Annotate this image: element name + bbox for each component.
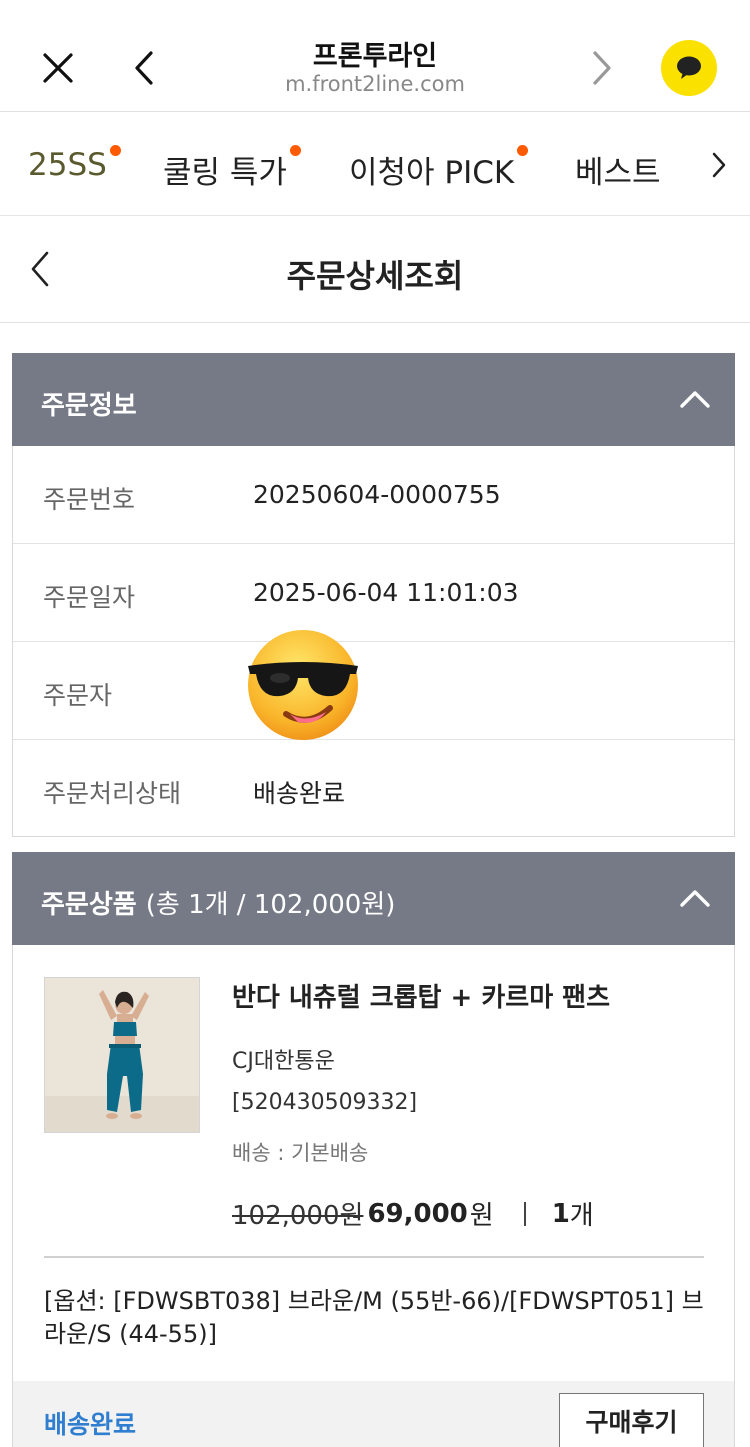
section-title: 주문정보 [41,391,137,421]
row-label: 주문처리상태 [43,779,182,808]
tab-label: 베스트 [575,155,661,191]
close-button[interactable] [36,46,80,90]
tab-label: 쿨링 특가 [163,155,287,191]
divider [523,1201,526,1226]
order-items-header[interactable]: 주문상품 (총 1개 / 102,000원) [12,852,735,945]
tracking-number[interactable]: [520430509332] [232,1090,417,1115]
browser-header: 프론투라인 m.front2line.com [0,0,750,112]
new-badge-dot [517,145,529,156]
tab-best[interactable]: 베스트 [575,147,661,192]
sunglasses-emoji-sticker [248,630,358,740]
page-header: 주문상세조회 [0,217,750,323]
order-number-value: 20250604-0000755 [253,480,501,509]
chevron-up-icon [680,391,710,408]
close-icon [43,53,73,83]
browser-forward-button[interactable] [580,46,624,90]
product-thumbnail[interactable] [44,977,200,1133]
product-photo [45,978,199,1132]
order-summary: (총 1개 / 102,000원) [145,890,396,920]
shipping-method: 배송 : 기본배송 [232,1141,369,1165]
quantity-value: 1 [551,1198,570,1229]
order-info-header[interactable]: 주문정보 [12,353,735,446]
new-badge-dot [109,145,121,156]
speech-bubble-icon [677,56,701,79]
chevron-up-icon [680,890,710,907]
kakao-channel-button[interactable] [661,40,717,96]
page-title: 주문상세조회 [286,257,464,295]
sale-price-unit: 원 [469,1201,494,1231]
order-status-row: 주문처리상태 배송완료 [13,740,734,838]
product-option: [옵션: [FDWSBT038] 브라운/M (55반-66)/[FDWSPT0… [44,1287,704,1348]
original-price: 102,000원 [232,1201,364,1231]
order-info-table: 주문번호 20250604-0000755 주문일자 2025-06-04 11… [12,446,735,837]
tab-pick[interactable]: 이청아 PICK [349,145,529,192]
section-title-text: 주문상품 [41,890,137,920]
delivery-status: 배송완료 [44,1410,137,1439]
site-title: 프론투라인 [312,41,438,72]
new-badge-dot [289,145,301,156]
order-status-value: 배송완료 [253,779,346,808]
order-item-footer: 배송완료 구매후기 [13,1381,734,1447]
order-date-value: 2025-06-04 11:01:03 [253,578,519,607]
shipping-carrier: CJ대한통운 [232,1049,335,1074]
product-name[interactable]: 반다 내츄럴 크롭탑 + 카르마 팬츠 [232,977,610,1014]
chevron-right-icon [712,152,726,178]
tab-cooling-sale[interactable]: 쿨링 특가 [163,145,301,192]
collapse-toggle[interactable] [677,381,713,417]
order-number-row: 주문번호 20250604-0000755 [13,446,734,544]
orderer-row: 주문자 [13,642,734,740]
tab-label: 이청아 PICK [349,155,515,191]
price-line: 102,000원 69,000 원 1 개 [232,1195,594,1232]
tab-label: 25SS [28,147,107,183]
collapse-toggle[interactable] [677,880,713,916]
divider [44,1256,704,1258]
quantity-unit: 개 [569,1201,594,1231]
chevron-left-icon [135,51,153,85]
order-item-card: 반다 내츄럴 크롭탑 + 카르마 팬츠 CJ대한통운 [520430509332… [12,945,735,1447]
chevron-right-icon [593,51,611,85]
row-label: 주문일자 [43,583,136,612]
row-label: 주문번호 [43,485,136,514]
order-date-row: 주문일자 2025-06-04 11:01:03 [13,544,734,642]
category-tabs: 25SS 쿨링 특가 이청아 PICK 베스트 [0,113,750,216]
site-url[interactable]: m.front2line.com [180,72,570,96]
browser-back-button[interactable] [122,46,166,90]
tab-25ss[interactable]: 25SS [28,145,121,183]
row-label: 주문자 [43,681,113,710]
section-title: 주문상품 (총 1개 / 102,000원) [41,884,395,921]
category-next-button[interactable] [704,149,734,181]
write-review-button[interactable]: 구매후기 [559,1393,704,1447]
sale-price: 69,000 [367,1198,468,1229]
